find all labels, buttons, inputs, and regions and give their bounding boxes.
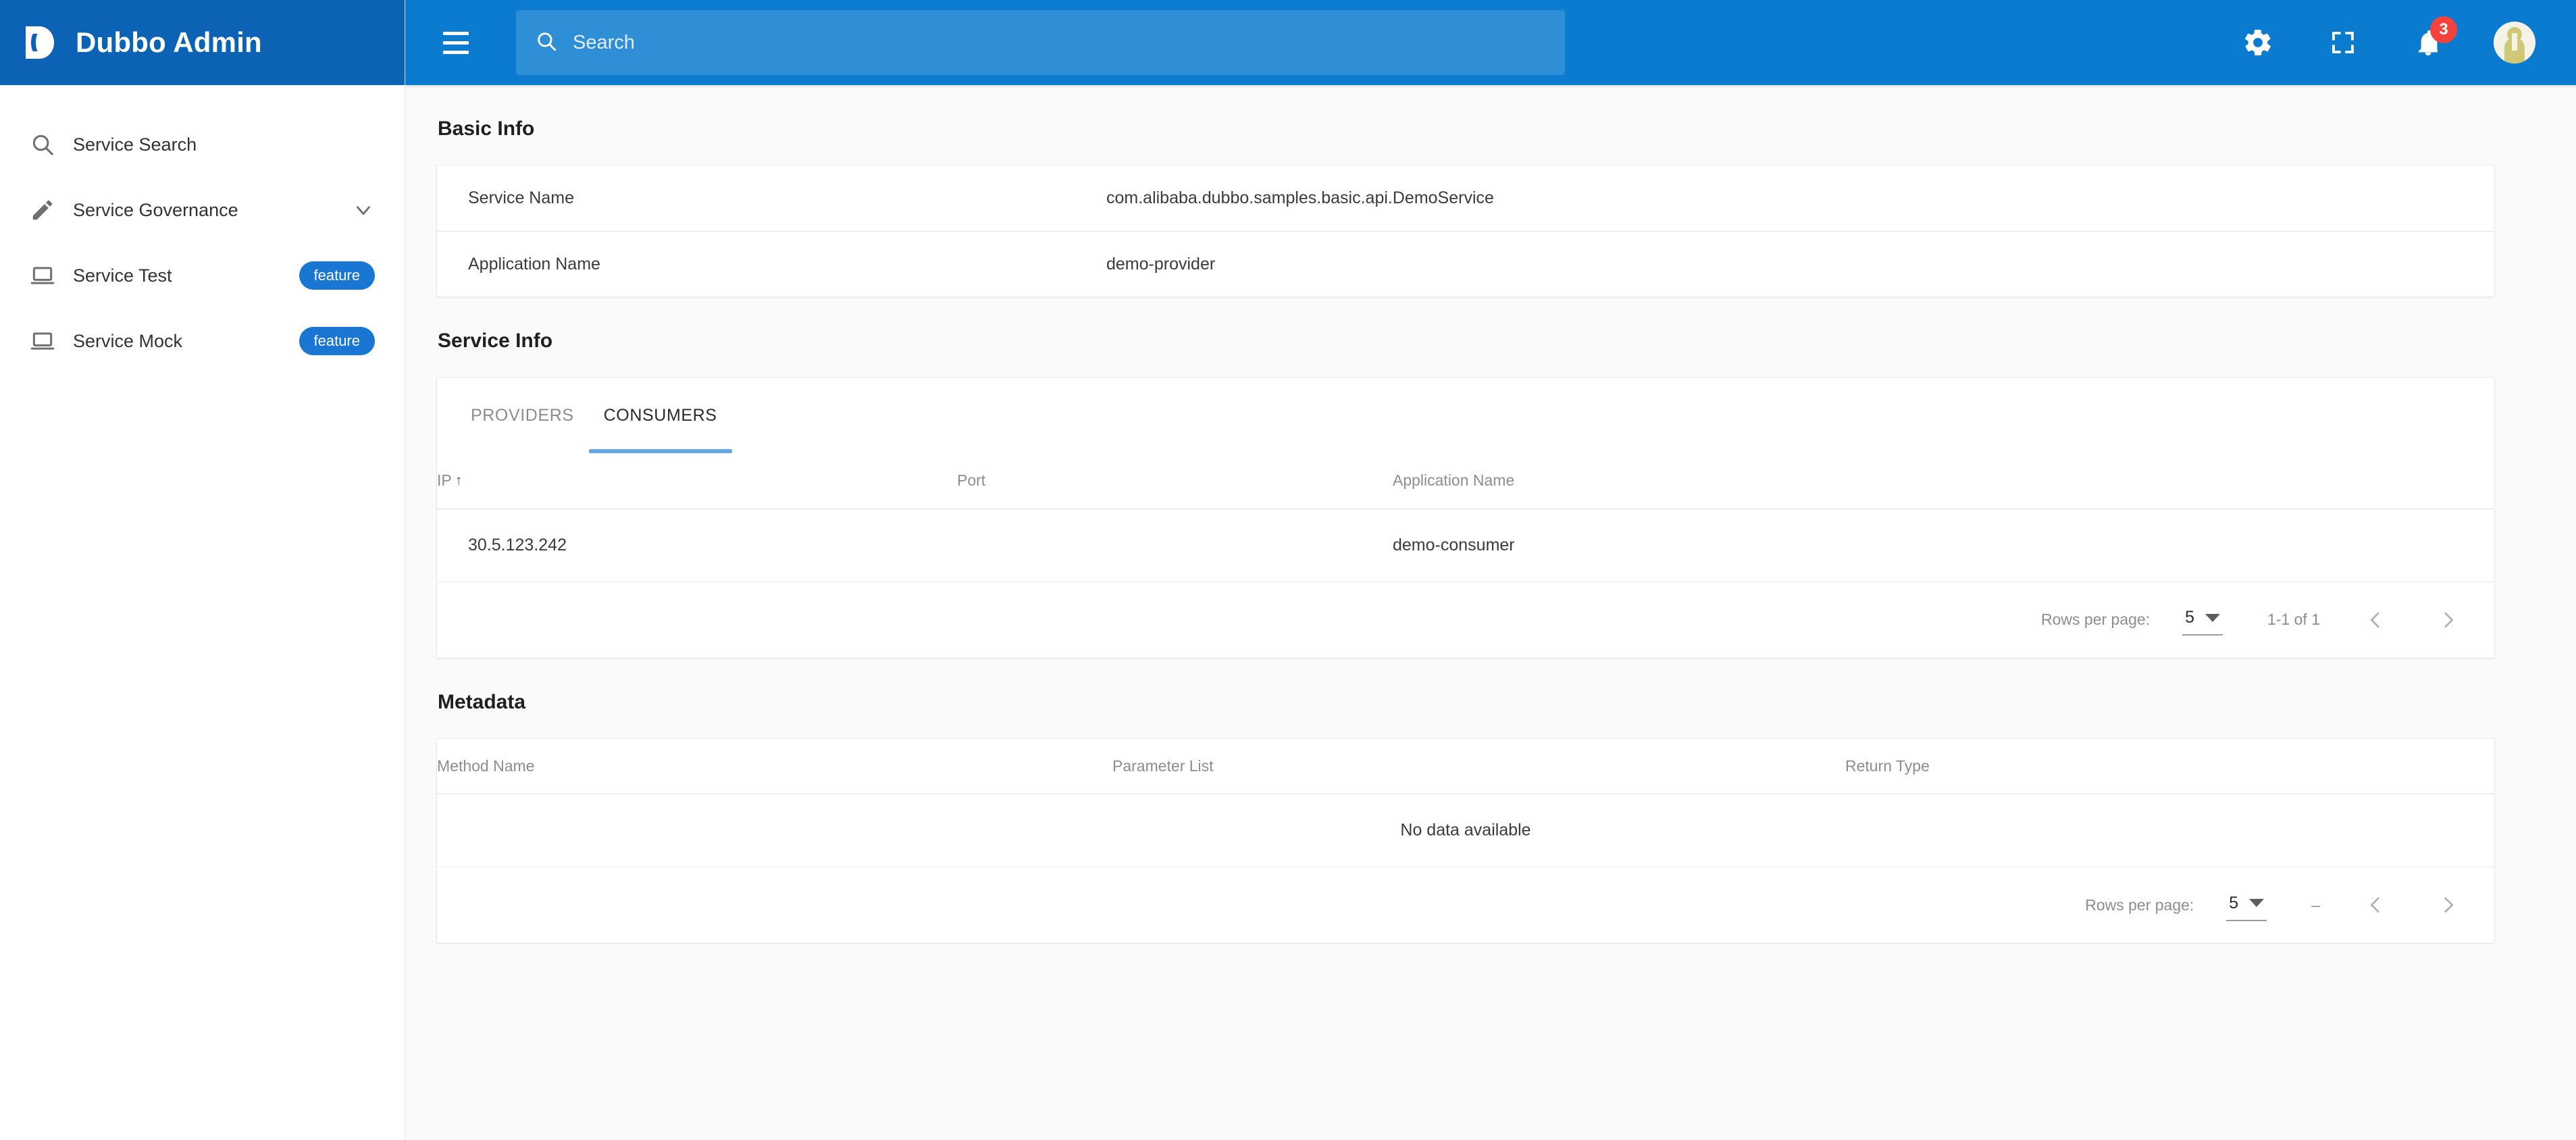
pencil-icon bbox=[19, 197, 66, 223]
previous-page-button[interactable] bbox=[2358, 602, 2393, 638]
notification-count-badge: 3 bbox=[2430, 16, 2457, 43]
basic-info-row-service-name: Service Name com.alibaba.dubbo.samples.b… bbox=[437, 165, 2494, 231]
rows-per-page-value: 5 bbox=[2185, 608, 2194, 627]
basic-info-row-application-name: Application Name demo-provider bbox=[437, 231, 2494, 296]
laptop-icon bbox=[19, 328, 66, 354]
sidebar-item-service-search[interactable]: Service Search bbox=[0, 112, 405, 177]
brand-title: Dubbo Admin bbox=[76, 26, 262, 58]
metadata-title: Metadata bbox=[438, 690, 526, 713]
cell-port bbox=[957, 509, 1393, 582]
table-empty-row: No data available bbox=[437, 794, 2494, 867]
service-info-title: Service Info bbox=[438, 330, 553, 352]
chevron-down-icon bbox=[2249, 899, 2265, 907]
bell-icon[interactable]: 3 bbox=[2408, 16, 2457, 62]
fullscreen-icon[interactable] bbox=[2323, 23, 2363, 62]
sidebar-item-label: Service Mock bbox=[73, 330, 183, 351]
sidebar-item-label: Service Governance bbox=[73, 199, 238, 220]
gear-icon[interactable] bbox=[2238, 23, 2277, 62]
column-header-parameter-list[interactable]: Parameter List bbox=[1112, 739, 1845, 794]
topbar-actions: 3 bbox=[2238, 16, 2546, 63]
search-field[interactable] bbox=[516, 10, 1565, 75]
pagination-range: 1-1 of 1 bbox=[2267, 611, 2320, 628]
info-value: com.alibaba.dubbo.samples.basic.api.Demo… bbox=[1106, 188, 1494, 207]
sidebar-item-label: Service Search bbox=[73, 134, 197, 155]
sidebar-item-service-mock[interactable]: Service Mock feature bbox=[0, 309, 405, 373]
pagination-range: – bbox=[2311, 896, 2320, 914]
tab-providers[interactable]: PROVIDERS bbox=[456, 378, 589, 453]
basic-info-card: Service Name com.alibaba.dubbo.samples.b… bbox=[436, 165, 2495, 297]
search-icon bbox=[19, 132, 66, 157]
info-key: Application Name bbox=[468, 254, 600, 274]
laptop-icon bbox=[19, 263, 66, 288]
main-content: Basic Info Service Name com.alibaba.dubb… bbox=[405, 85, 2576, 1140]
hamburger-icon[interactable] bbox=[443, 24, 481, 61]
sidebar-item-label: Service Test bbox=[73, 265, 172, 286]
basic-info-title: Basic Info bbox=[438, 118, 535, 140]
rows-per-page-label: Rows per page: bbox=[2085, 896, 2194, 914]
rows-per-page-select[interactable]: 5 bbox=[2226, 889, 2267, 921]
rows-per-page-select[interactable]: 5 bbox=[2182, 604, 2223, 636]
chevron-down-icon bbox=[2205, 613, 2220, 622]
metadata-table: Method Name Parameter List Return Type N… bbox=[437, 739, 2494, 867]
cell-ip: 30.5.123.242 bbox=[437, 509, 957, 582]
search-icon bbox=[535, 30, 558, 56]
hamburger-bar bbox=[443, 41, 469, 45]
top-app-bar: 3 bbox=[405, 0, 2576, 85]
column-header-application-name[interactable]: Application Name bbox=[1393, 453, 2494, 509]
table-header-row: IP ↑ Port Application Name bbox=[437, 453, 2494, 509]
next-page-button[interactable] bbox=[2431, 887, 2466, 923]
dubbo-admin-app: Dubbo Admin Service Search Service Gover… bbox=[0, 0, 2576, 1140]
sidebar-item-service-governance[interactable]: Service Governance bbox=[0, 178, 405, 242]
column-header-method-name[interactable]: Method Name bbox=[437, 739, 1112, 794]
next-page-button[interactable] bbox=[2431, 602, 2466, 638]
column-header-ip[interactable]: IP ↑ bbox=[437, 453, 957, 509]
hamburger-bar bbox=[443, 50, 469, 54]
avatar[interactable] bbox=[2494, 22, 2535, 63]
chevron-down-icon[interactable] bbox=[352, 199, 375, 222]
brand-header[interactable]: Dubbo Admin bbox=[0, 0, 405, 85]
bottom-spacer bbox=[436, 943, 2495, 998]
service-info-tabs: PROVIDERS CONSUMERS bbox=[437, 378, 2494, 453]
column-header-label: IP bbox=[437, 471, 452, 490]
previous-page-button[interactable] bbox=[2358, 887, 2393, 923]
cell-application-name: demo-consumer bbox=[1393, 509, 2494, 582]
no-data-message: No data available bbox=[437, 794, 2494, 867]
dubbo-logo-icon bbox=[26, 26, 54, 59]
rows-per-page-value: 5 bbox=[2229, 893, 2239, 912]
search-input[interactable] bbox=[573, 10, 1565, 75]
feature-badge: feature bbox=[299, 261, 375, 290]
info-value: demo-provider bbox=[1106, 254, 1216, 274]
table-row[interactable]: 30.5.123.242 demo-consumer bbox=[437, 509, 2494, 582]
table-header-row: Method Name Parameter List Return Type bbox=[437, 739, 2494, 794]
hamburger-bar bbox=[443, 31, 469, 35]
metadata-pagination: Rows per page: 5 – bbox=[437, 867, 2494, 943]
sidebar-nav: Service Search Service Governance Servic… bbox=[0, 85, 405, 373]
user-avatar-icon bbox=[2494, 22, 2535, 63]
sidebar-item-service-test[interactable]: Service Test feature bbox=[0, 243, 405, 308]
consumers-table: IP ↑ Port Application Name 30.5.123.242 … bbox=[437, 453, 2494, 582]
consumers-pagination: Rows per page: 5 1-1 of 1 bbox=[437, 582, 2494, 658]
rows-per-page-label: Rows per page: bbox=[2041, 611, 2150, 628]
feature-badge: feature bbox=[299, 327, 375, 355]
sort-asc-icon: ↑ bbox=[455, 472, 463, 488]
service-info-card: PROVIDERS CONSUMERS IP ↑ Port Applicatio… bbox=[436, 377, 2495, 658]
sidebar: Dubbo Admin Service Search Service Gover… bbox=[0, 0, 405, 1140]
info-key: Service Name bbox=[468, 188, 574, 207]
metadata-card: Method Name Parameter List Return Type N… bbox=[436, 737, 2495, 943]
tab-consumers[interactable]: CONSUMERS bbox=[588, 378, 732, 453]
column-header-return-type[interactable]: Return Type bbox=[1845, 739, 2494, 794]
column-header-port[interactable]: Port bbox=[957, 453, 1393, 509]
